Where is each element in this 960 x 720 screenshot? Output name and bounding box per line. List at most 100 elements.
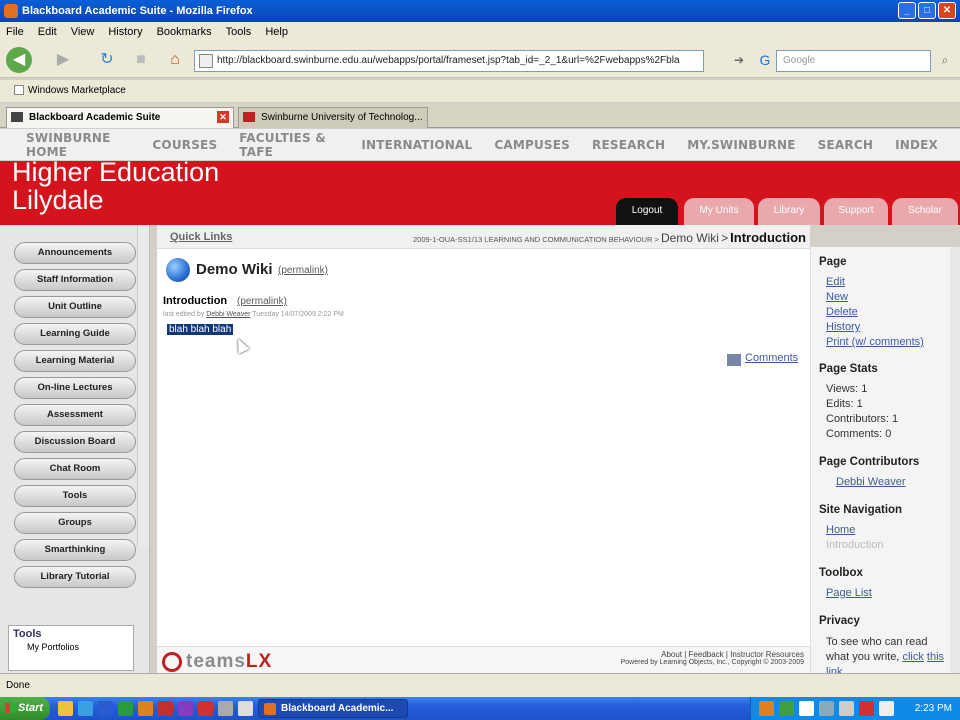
sitenav-research[interactable]: RESEARCH	[592, 138, 665, 152]
privacy-click-link[interactable]: click	[902, 651, 923, 663]
status-bar: Done	[0, 673, 960, 697]
menu-online-lectures[interactable]: On-line Lectures	[14, 377, 136, 399]
sitenav-faculties[interactable]: FACULTIES & TAFE	[239, 131, 339, 159]
left-scrollbar[interactable]	[137, 225, 149, 547]
sitenav-index[interactable]: INDEX	[895, 138, 938, 152]
menu-bookmarks[interactable]: Bookmarks	[157, 26, 212, 38]
page-body-selected-text[interactable]: blah blah blah	[167, 324, 234, 335]
search-icon[interactable]: ⌕	[932, 47, 958, 73]
page-delete-link[interactable]: Delete	[826, 306, 858, 318]
menu-tools[interactable]: Tools	[14, 485, 136, 507]
tray-icon[interactable]	[759, 701, 774, 716]
tab-my-units[interactable]: My Units	[684, 198, 754, 225]
word-icon[interactable]	[98, 701, 113, 716]
menu-file[interactable]: File	[6, 26, 24, 38]
sitenav-campuses[interactable]: CAMPUSES	[494, 138, 570, 152]
stop-icon[interactable]: ■	[128, 47, 154, 73]
tab-label: Swinburne University of Technolog...	[261, 112, 423, 123]
app-icon[interactable]	[218, 701, 233, 716]
bookmark-windows-marketplace[interactable]: Windows Marketplace	[28, 85, 126, 96]
menu-smarthinking[interactable]: Smarthinking	[14, 539, 136, 561]
sitenav-home[interactable]: SWINBURNE HOME	[26, 131, 130, 159]
menu-discussion-board[interactable]: Discussion Board	[14, 431, 136, 453]
breadcrumb-separator: >	[654, 235, 659, 244]
menu-staff-information[interactable]: Staff Information	[14, 269, 136, 291]
comments-icon[interactable]	[727, 354, 741, 366]
last-edited-user-link[interactable]: Debbi Weaver	[206, 311, 250, 318]
menu-unit-outline[interactable]: Unit Outline	[14, 296, 136, 318]
maximize-button[interactable]: □	[918, 2, 936, 19]
page-list-link[interactable]: Page List	[826, 587, 872, 599]
tools-my-portfolios[interactable]: My Portfolios	[9, 642, 133, 652]
search-input[interactable]: Google	[776, 50, 931, 72]
menu-edit[interactable]: Edit	[38, 26, 57, 38]
page-new-link[interactable]: New	[826, 291, 848, 303]
quick-links-link[interactable]: Quick Links	[170, 231, 232, 243]
menu-chat-room[interactable]: Chat Room	[14, 458, 136, 480]
tab-logout[interactable]: Logout	[616, 198, 678, 225]
url-bar[interactable]: http://blackboard.swinburne.edu.au/webap…	[194, 50, 704, 72]
home-icon[interactable]: ⌂	[162, 47, 188, 73]
sitenav-international[interactable]: INTERNATIONAL	[361, 138, 472, 152]
acrobat-icon[interactable]	[198, 701, 213, 716]
menu-groups[interactable]: Groups	[14, 512, 136, 534]
menu-library-tutorial[interactable]: Library Tutorial	[14, 566, 136, 588]
bookmark-icon	[14, 85, 24, 96]
tray-icon[interactable]	[839, 701, 854, 716]
wiki-permalink[interactable]: (permalink)	[278, 265, 328, 276]
close-button[interactable]: ✕	[938, 2, 956, 19]
tab-support[interactable]: Support	[824, 198, 888, 225]
tray-icon[interactable]	[879, 701, 894, 716]
page-edit-link[interactable]: Edit	[826, 276, 845, 288]
menu-view[interactable]: View	[71, 26, 95, 38]
app-icon[interactable]	[238, 701, 253, 716]
site-nav-home-link[interactable]: Home	[826, 524, 855, 536]
app-icon[interactable]	[178, 701, 193, 716]
reload-icon[interactable]: ↻	[94, 47, 120, 73]
tray-icon[interactable]	[799, 701, 814, 716]
tab-scholar[interactable]: Scholar	[892, 198, 958, 225]
go-icon[interactable]: ➔	[726, 47, 752, 73]
powerpoint-icon[interactable]	[158, 701, 173, 716]
breadcrumb-wiki[interactable]: Demo Wiki	[661, 231, 719, 245]
menu-learning-material[interactable]: Learning Material	[14, 350, 136, 372]
tab-blackboard[interactable]: Blackboard Academic Suite ✕	[6, 107, 234, 128]
back-icon[interactable]: ◀	[6, 47, 32, 73]
forward-icon[interactable]: ▶	[50, 47, 76, 73]
minimize-button[interactable]: _	[898, 2, 916, 19]
sitenav-myswinburne[interactable]: MY.SWINBURNE	[687, 138, 795, 152]
navigation-toolbar: ◀ ▶ ↻ ■ ⌂ http://blackboard.swinburne.ed…	[0, 42, 960, 78]
tab-strip: Blackboard Academic Suite ✕ Swinburne Un…	[0, 104, 960, 128]
tab-swinburne[interactable]: Swinburne University of Technolog...	[238, 107, 428, 128]
folder-icon[interactable]	[58, 701, 73, 716]
start-button[interactable]: Start	[0, 697, 50, 720]
close-tab-icon[interactable]: ✕	[217, 111, 229, 123]
firefox-quick-icon[interactable]	[138, 701, 153, 716]
tray-icon[interactable]	[819, 701, 834, 716]
menu-help[interactable]: Help	[265, 26, 288, 38]
taskbar-item-blackboard[interactable]: Blackboard Academic...	[258, 699, 408, 718]
page-print-link[interactable]: Print (w/ comments)	[826, 336, 924, 348]
menu-tools[interactable]: Tools	[226, 26, 252, 38]
breadcrumb-unit[interactable]: 2009-1-OUA-SS1/13 LEARNING AND COMMUNICA…	[413, 235, 652, 244]
ie-icon[interactable]	[78, 701, 93, 716]
page-history-link[interactable]: History	[826, 321, 860, 333]
sitenav-courses[interactable]: COURSES	[152, 138, 217, 152]
sitenav-search[interactable]: SEARCH	[818, 138, 873, 152]
footer-link-row[interactable]: About | Feedback | Instructor Resources	[621, 650, 804, 659]
menu-learning-guide[interactable]: Learning Guide	[14, 323, 136, 345]
comments-link[interactable]: Comments	[745, 352, 798, 364]
content-footer: teamsLX About | Feedback | Instructor Re…	[157, 646, 810, 673]
search-engine-icon[interactable]: G	[752, 47, 778, 73]
page-permalink[interactable]: (permalink)	[237, 296, 287, 307]
contributor-link[interactable]: Debbi Weaver	[836, 476, 906, 488]
tab-label: Blackboard Academic Suite	[29, 112, 161, 123]
right-scrollbar[interactable]	[950, 247, 960, 673]
menu-announcements[interactable]: Announcements	[14, 242, 136, 264]
menu-assessment[interactable]: Assessment	[14, 404, 136, 426]
excel-icon[interactable]	[118, 701, 133, 716]
tray-icon[interactable]	[859, 701, 874, 716]
tab-library[interactable]: Library	[758, 198, 820, 225]
menu-history[interactable]: History	[108, 26, 142, 38]
tray-icon[interactable]	[779, 701, 794, 716]
